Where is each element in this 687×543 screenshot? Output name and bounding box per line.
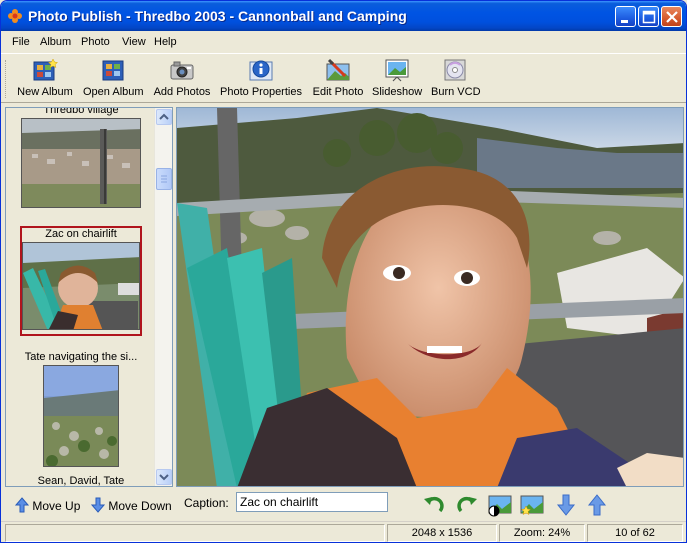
status-bar: 2048 x 1536 Zoom: 24% 10 of 62 <box>1 521 686 542</box>
main-photo-view[interactable] <box>176 107 684 487</box>
open-album-icon <box>102 60 124 81</box>
minimize-button[interactable] <box>615 6 636 27</box>
scroll-up-button[interactable] <box>156 109 172 125</box>
thumbnail-image <box>21 118 141 208</box>
thumbnail-list[interactable]: Thredbo village Zac on chairlift Tate na… <box>6 108 154 486</box>
thumbnail-caption: Thredbo village <box>43 108 119 116</box>
add-photos-button[interactable]: Add Photos <box>153 58 211 102</box>
thumbnail-item[interactable]: Thredbo village <box>20 108 142 208</box>
app-window: Photo Publish - Thredbo 2003 - Cannonbal… <box>0 0 687 543</box>
thumbnail-caption: Sean, David, Tate <box>37 475 125 486</box>
new-album-icon <box>33 58 58 81</box>
menu-view[interactable]: View <box>122 36 146 48</box>
toolbar-grip[interactable] <box>5 60 8 98</box>
chevron-down-icon <box>159 474 169 481</box>
main-photo-image <box>177 108 683 486</box>
move-up-button[interactable]: Move Up <box>14 497 81 513</box>
arrow-down-icon <box>90 497 106 513</box>
add-photos-label: Add Photos <box>153 86 211 98</box>
edit-photo-label: Edit Photo <box>312 86 364 98</box>
status-position: 10 of 62 <box>587 524 683 542</box>
toolbar: New Album Open Album Add Photos Photo Pr… <box>1 53 686 103</box>
photo-properties-button[interactable]: Photo Properties <box>220 58 302 102</box>
camera-icon <box>170 61 194 80</box>
status-message <box>5 524 385 542</box>
grip-icon <box>161 175 167 183</box>
menu-photo[interactable]: Photo <box>81 36 110 48</box>
new-album-button[interactable]: New Album <box>17 58 73 102</box>
status-dimensions: 2048 x 1536 <box>387 524 497 542</box>
scroll-down-button[interactable] <box>156 469 172 485</box>
thumbnail-caption: Tate navigating the si... <box>24 351 138 363</box>
thumbnail-item[interactable]: Sean, David, Tate <box>20 475 142 486</box>
title-bar[interactable]: Photo Publish - Thredbo 2003 - Cannonbal… <box>1 1 686 31</box>
maximize-button[interactable] <box>638 6 659 27</box>
photo-enhance-icon[interactable] <box>520 493 544 517</box>
chevron-up-icon <box>159 113 169 120</box>
caption-label: Caption: <box>184 496 229 510</box>
window-title: Photo Publish - Thredbo 2003 - Cannonbal… <box>28 8 407 24</box>
app-flower-icon <box>8 9 22 23</box>
cd-icon <box>444 59 466 81</box>
thumbnail-scrollbar[interactable] <box>154 108 172 486</box>
burn-vcd-label: Burn VCD <box>431 86 481 98</box>
move-down-label: Move Down <box>108 499 172 513</box>
move-down-button[interactable]: Move Down <box>90 497 172 513</box>
thumbnail-item-selected[interactable]: Zac on chairlift <box>20 226 142 336</box>
status-zoom: Zoom: 24% <box>499 524 585 542</box>
scroll-thumb[interactable] <box>156 168 172 190</box>
slideshow-button[interactable]: Slideshow <box>372 58 422 102</box>
thumbnail-image <box>43 365 119 467</box>
menu-file[interactable]: File <box>12 36 30 48</box>
close-button[interactable] <box>661 6 682 27</box>
info-icon <box>249 60 273 81</box>
arrow-up-icon <box>14 497 30 513</box>
rotate-right-icon[interactable] <box>455 493 479 517</box>
move-up-label: Move Up <box>32 499 81 513</box>
rotate-left-icon[interactable] <box>422 493 446 517</box>
edit-photo-button[interactable]: Edit Photo <box>311 58 365 102</box>
edit-photo-icon <box>326 58 350 81</box>
photo-contrast-icon[interactable] <box>488 493 512 517</box>
arrow-down-icon[interactable] <box>554 493 578 517</box>
maximize-icon <box>642 10 656 24</box>
burn-vcd-button[interactable]: Burn VCD <box>431 58 481 102</box>
close-icon <box>666 11 678 23</box>
open-album-button[interactable]: Open Album <box>83 58 144 102</box>
menu-bar: File Album Photo View Help <box>1 32 686 52</box>
photo-properties-label: Photo Properties <box>220 86 302 98</box>
slideshow-icon <box>385 59 409 82</box>
new-album-label: New Album <box>17 86 73 98</box>
thumbnail-caption: Zac on chairlift <box>45 228 117 240</box>
arrow-up-icon[interactable] <box>585 493 609 517</box>
thumbnail-panel: Thredbo village Zac on chairlift Tate na… <box>5 107 173 487</box>
caption-input[interactable]: Zac on chairlift <box>236 492 388 512</box>
minimize-icon <box>621 20 628 23</box>
thumbnail-item[interactable]: Tate navigating the si... <box>20 351 142 467</box>
slideshow-label: Slideshow <box>372 86 423 98</box>
menu-album[interactable]: Album <box>40 36 71 48</box>
thumbnail-image <box>22 242 140 330</box>
open-album-label: Open Album <box>83 86 144 98</box>
menu-help[interactable]: Help <box>154 36 177 48</box>
